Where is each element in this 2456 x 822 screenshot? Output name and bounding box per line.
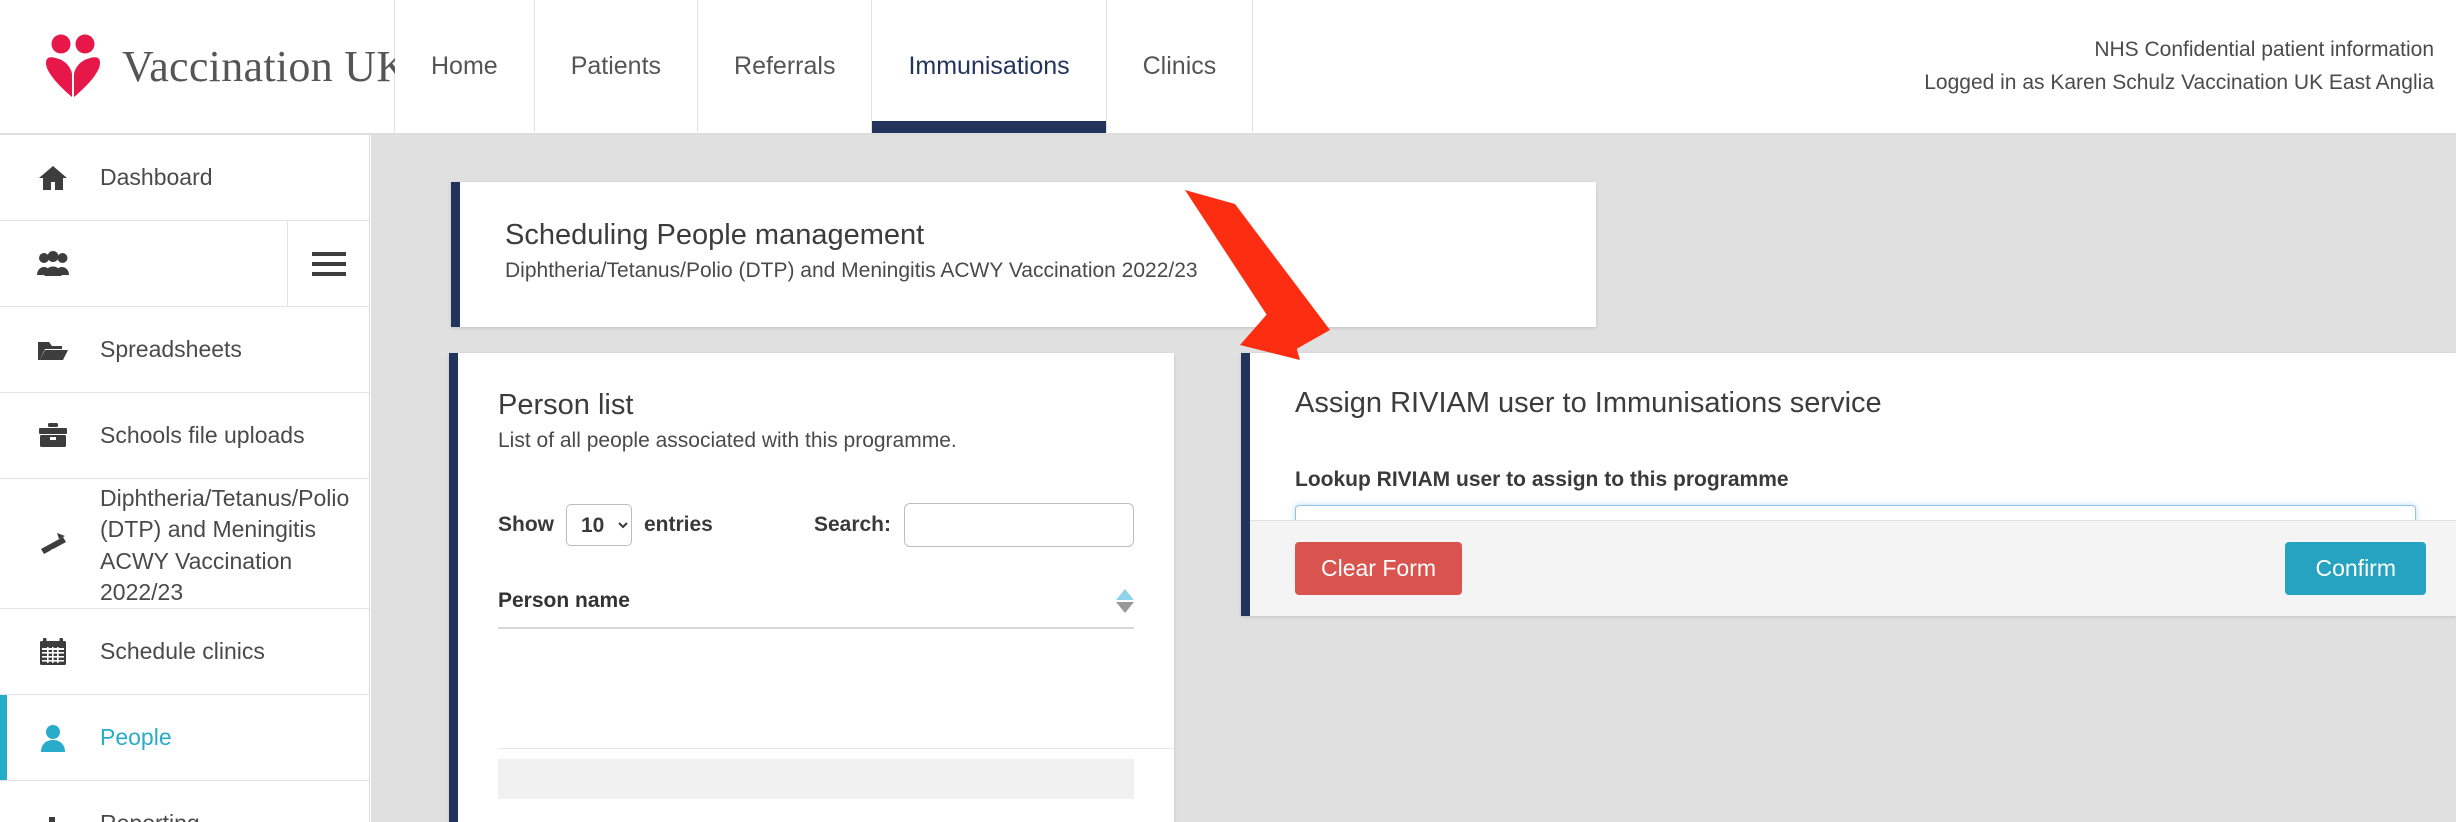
sidebar-item-schools-file-uploads[interactable]: Schools file uploads (0, 393, 369, 479)
page-length-control: Show 10 entries (498, 504, 713, 546)
sidebar-item-dashboard[interactable]: Dashboard (0, 135, 369, 221)
calendar-icon (26, 637, 80, 666)
sidebar-item-label-schedule-clinics: Schedule clinics (100, 637, 265, 664)
person-list-title: Person list (498, 389, 634, 421)
show-label: Show (498, 513, 554, 536)
top-header-bar: Vaccination UK Home Patients Referrals I… (0, 0, 2456, 135)
person-icon (26, 724, 80, 752)
tab-clinics[interactable]: Clinics (1106, 0, 1254, 133)
tab-referrals[interactable]: Referrals (698, 0, 873, 133)
table-body-empty (498, 629, 1174, 749)
main-navigation-tabs: Home Patients Referrals Immunisations Cl… (395, 0, 1254, 133)
sidebar-item-label-dashboard: Dashboard (100, 163, 213, 190)
sidebar-item-dtp-programme[interactable]: Diphtheria/Tetanus/Polio (DTP) and Menin… (0, 479, 369, 610)
users-group-icon (26, 250, 80, 277)
hamburger-icon (311, 261, 346, 266)
search-input[interactable] (904, 503, 1134, 547)
folder-open-icon (26, 337, 80, 363)
syringe-icon (26, 531, 80, 557)
sidebar-item-label-spreadsheets: Spreadsheets (100, 335, 242, 362)
briefcase-icon (26, 422, 80, 449)
brand-logo-area[interactable]: Vaccination UK (0, 0, 408, 133)
entries-label: entries (644, 513, 713, 536)
table-footer-strip (498, 759, 1134, 799)
sidebar-item-reporting[interactable]: Reporting (0, 781, 369, 822)
tab-home[interactable]: Home (395, 0, 535, 133)
application-window: Vaccination UK Home Patients Referrals I… (0, 0, 2456, 822)
sidebar-item-users-group[interactable] (0, 221, 369, 307)
confirm-button[interactable]: Confirm (2285, 541, 2426, 596)
sidebar-item-label-reporting: Reporting (80, 808, 214, 822)
sidebar-item-schedule-clinics[interactable]: Schedule clinics (0, 609, 369, 696)
assign-card-title: Assign RIVIAM user to Immunisations serv… (1295, 387, 1882, 419)
table-header-row[interactable]: Person name (498, 589, 1134, 629)
bar-chart-icon (26, 811, 80, 822)
header-user-info: NHS Confidential patient information Log… (1924, 0, 2456, 133)
sidebar-item-label-people: People (100, 723, 172, 750)
search-control: Search: (814, 503, 1134, 547)
sort-arrows-icon[interactable] (1116, 589, 1134, 613)
tab-patients[interactable]: Patients (534, 0, 699, 133)
brand-name: Vaccination UK (122, 42, 409, 91)
search-label: Search: (813, 513, 891, 536)
person-list-card: Person list List of all people associate… (449, 353, 1174, 822)
sidebar-item-people[interactable]: People (0, 695, 369, 782)
logged-in-as-text: Logged in as Karen Schulz Vaccination UK… (1924, 71, 2434, 94)
home-icon (26, 164, 80, 192)
sort-ascending-arrow-icon (1116, 589, 1134, 600)
clear-form-button[interactable]: Clear Form (1295, 541, 1463, 596)
datatable-controls: Show 10 entries Search: (498, 503, 1174, 547)
scheduling-header-card: Scheduling People management Diphtheria/… (451, 182, 1596, 327)
lookup-riviam-label: Lookup RIVIAM user to assign to this pro… (1295, 468, 1789, 491)
sidebar-item-label-dtp-programme: Diphtheria/Tetanus/Polio (DTP) and Menin… (100, 485, 350, 605)
page-title: Scheduling People management (505, 219, 925, 251)
column-header-person-name: Person name (498, 589, 630, 612)
sidebar-item-label-schools-file-uploads: Schools file uploads (100, 421, 305, 448)
page-subtitle: Diphtheria/Tetanus/Polio (DTP) and Menin… (505, 259, 1198, 283)
sidebar-menu-toggle-button[interactable] (287, 221, 369, 306)
sidebar-item-spreadsheets[interactable]: Spreadsheets (0, 307, 369, 393)
assign-riviam-user-card: Assign RIVIAM user to Immunisations serv… (1241, 353, 2456, 616)
confidential-notice: NHS Confidential patient information (2094, 38, 2434, 61)
sort-descending-arrow-icon (1116, 602, 1134, 613)
heart-people-logo-icon (46, 34, 100, 97)
person-list-subtitle: List of all people associated with this … (498, 429, 957, 452)
page-length-select[interactable]: 10 (566, 504, 632, 546)
main-content-area: Scheduling People management Diphtheria/… (371, 135, 2456, 822)
sidebar-navigation: Dashboard Spreadsheets Schools file uplo… (0, 135, 370, 822)
assign-card-footer: Clear Form Confirm (1250, 520, 2456, 616)
tab-immunisations[interactable]: Immunisations (872, 0, 1107, 133)
